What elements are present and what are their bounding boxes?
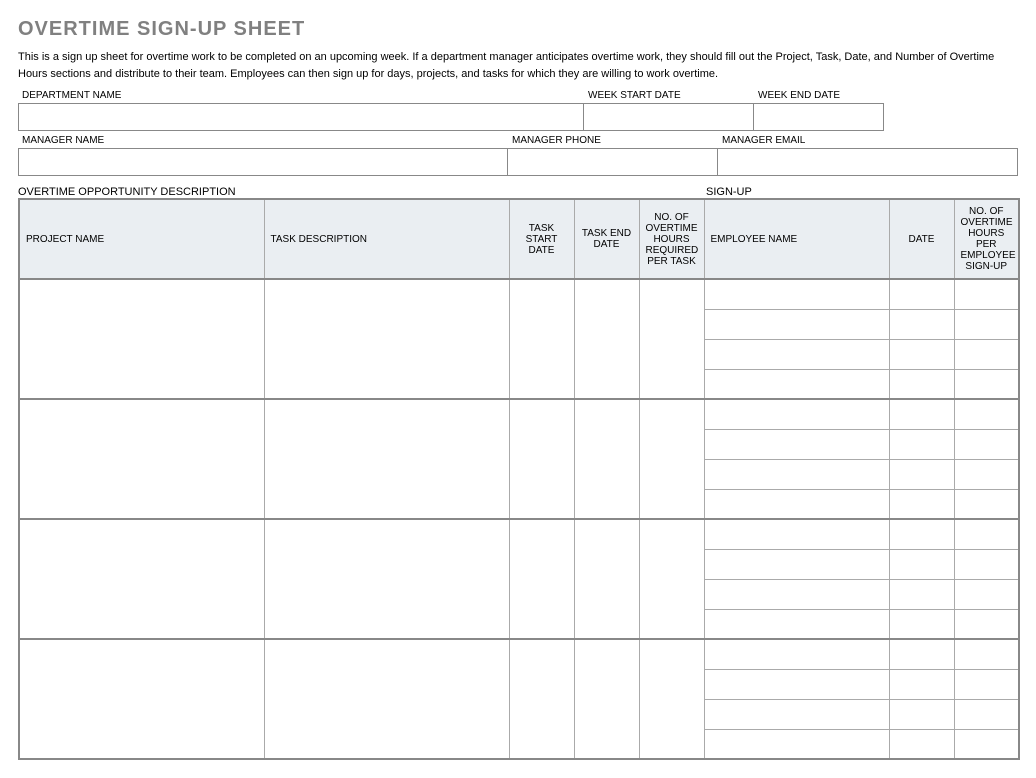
cell-task-start[interactable] <box>509 639 574 759</box>
cell-date[interactable] <box>889 429 954 459</box>
cell-task[interactable] <box>264 639 509 759</box>
cell-hours[interactable] <box>954 579 1019 609</box>
cell-hours-required[interactable] <box>639 279 704 399</box>
input-manager-name[interactable] <box>18 148 508 176</box>
cell-employee[interactable] <box>704 639 889 669</box>
table-row <box>19 519 1019 549</box>
section-label-signup: SIGN-UP <box>706 186 1018 198</box>
cell-task[interactable] <box>264 519 509 639</box>
col-task: TASK DESCRIPTION <box>264 199 509 279</box>
cell-employee[interactable] <box>704 549 889 579</box>
label-week-start: WEEK START DATE <box>584 88 754 103</box>
cell-date[interactable] <box>889 639 954 669</box>
cell-task[interactable] <box>264 399 509 519</box>
overtime-table: PROJECT NAME TASK DESCRIPTION TASK START… <box>18 198 1020 760</box>
cell-date[interactable] <box>889 699 954 729</box>
cell-hours[interactable] <box>954 519 1019 549</box>
label-manager-email: MANAGER EMAIL <box>718 133 1018 148</box>
cell-date[interactable] <box>889 279 954 309</box>
cell-date[interactable] <box>889 399 954 429</box>
col-date: DATE <box>889 199 954 279</box>
cell-employee[interactable] <box>704 729 889 759</box>
cell-hours[interactable] <box>954 729 1019 759</box>
cell-task-start[interactable] <box>509 399 574 519</box>
cell-employee[interactable] <box>704 519 889 549</box>
col-hours-per-signup: NO. OF OVERTIME HOURS PER EMPLOYEE SIGN-… <box>954 199 1019 279</box>
cell-hours[interactable] <box>954 339 1019 369</box>
cell-hours[interactable] <box>954 369 1019 399</box>
input-department-name[interactable] <box>18 103 584 131</box>
cell-hours[interactable] <box>954 669 1019 699</box>
cell-employee[interactable] <box>704 339 889 369</box>
cell-employee[interactable] <box>704 699 889 729</box>
input-week-start[interactable] <box>584 103 754 131</box>
cell-task-end[interactable] <box>574 279 639 399</box>
cell-employee[interactable] <box>704 459 889 489</box>
input-manager-email[interactable] <box>718 148 1018 176</box>
cell-task-end[interactable] <box>574 399 639 519</box>
cell-date[interactable] <box>889 549 954 579</box>
cell-project[interactable] <box>19 399 264 519</box>
cell-date[interactable] <box>889 309 954 339</box>
cell-date[interactable] <box>889 459 954 489</box>
table-row <box>19 279 1019 309</box>
label-week-end: WEEK END DATE <box>754 88 884 103</box>
cell-employee[interactable] <box>704 279 889 309</box>
intro-text: This is a sign up sheet for overtime wor… <box>18 49 1018 82</box>
cell-date[interactable] <box>889 339 954 369</box>
cell-project[interactable] <box>19 639 264 759</box>
cell-date[interactable] <box>889 669 954 699</box>
page-title: OVERTIME SIGN-UP SHEET <box>18 18 1018 41</box>
cell-employee[interactable] <box>704 399 889 429</box>
cell-hours[interactable] <box>954 609 1019 639</box>
col-project: PROJECT NAME <box>19 199 264 279</box>
cell-task-start[interactable] <box>509 279 574 399</box>
cell-hours[interactable] <box>954 429 1019 459</box>
col-hours-required: NO. OF OVERTIME HOURS REQUIRED PER TASK <box>639 199 704 279</box>
table-row <box>19 639 1019 669</box>
col-task-start: TASK START DATE <box>509 199 574 279</box>
col-task-end: TASK END DATE <box>574 199 639 279</box>
cell-hours[interactable] <box>954 309 1019 339</box>
cell-hours[interactable] <box>954 459 1019 489</box>
cell-employee[interactable] <box>704 429 889 459</box>
cell-date[interactable] <box>889 369 954 399</box>
label-manager-name: MANAGER NAME <box>18 133 508 148</box>
cell-employee[interactable] <box>704 309 889 339</box>
cell-date[interactable] <box>889 609 954 639</box>
input-week-end[interactable] <box>754 103 884 131</box>
cell-task[interactable] <box>264 279 509 399</box>
cell-hours-required[interactable] <box>639 399 704 519</box>
cell-task-end[interactable] <box>574 519 639 639</box>
col-employee: EMPLOYEE NAME <box>704 199 889 279</box>
label-manager-phone: MANAGER PHONE <box>508 133 718 148</box>
cell-date[interactable] <box>889 579 954 609</box>
cell-task-start[interactable] <box>509 519 574 639</box>
cell-hours[interactable] <box>954 279 1019 309</box>
section-label-opportunity: OVERTIME OPPORTUNITY DESCRIPTION <box>18 186 706 198</box>
cell-hours-required[interactable] <box>639 519 704 639</box>
label-department-name: DEPARTMENT NAME <box>18 88 584 103</box>
cell-hours[interactable] <box>954 549 1019 579</box>
cell-project[interactable] <box>19 279 264 399</box>
cell-task-end[interactable] <box>574 639 639 759</box>
cell-date[interactable] <box>889 729 954 759</box>
table-row <box>19 399 1019 429</box>
cell-date[interactable] <box>889 519 954 549</box>
cell-project[interactable] <box>19 519 264 639</box>
cell-hours-required[interactable] <box>639 639 704 759</box>
cell-date[interactable] <box>889 489 954 519</box>
cell-employee[interactable] <box>704 669 889 699</box>
cell-employee[interactable] <box>704 369 889 399</box>
cell-hours[interactable] <box>954 399 1019 429</box>
cell-employee[interactable] <box>704 489 889 519</box>
cell-hours[interactable] <box>954 699 1019 729</box>
cell-hours[interactable] <box>954 489 1019 519</box>
cell-employee[interactable] <box>704 609 889 639</box>
cell-employee[interactable] <box>704 579 889 609</box>
input-manager-phone[interactable] <box>508 148 718 176</box>
cell-hours[interactable] <box>954 639 1019 669</box>
